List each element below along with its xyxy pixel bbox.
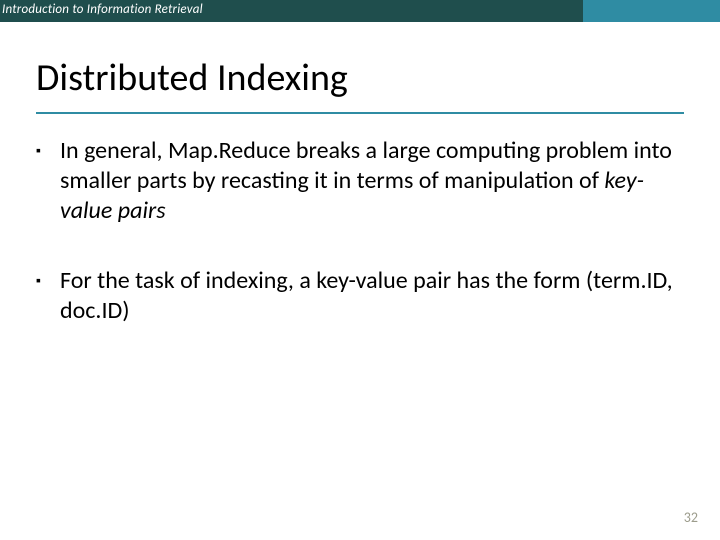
slide: Introduction to Information Retrieval Di… (0, 0, 720, 540)
bullet-pre: In general, Map.Reduce breaks a large co… (60, 136, 672, 195)
bullet-marker-icon: ▪ (36, 136, 60, 226)
header-course-title: Introduction to Information Retrieval (2, 0, 203, 22)
header-bar: Introduction to Information Retrieval (0, 0, 720, 22)
title-underline (36, 112, 684, 114)
bullet-text: In general, Map.Reduce breaks a large co… (60, 136, 684, 226)
bullet-marker-icon: ▪ (36, 266, 60, 326)
bullet-item: ▪ For the task of indexing, a key-value … (36, 266, 684, 326)
bullet-item: ▪ In general, Map.Reduce breaks a large … (36, 136, 684, 226)
page-number: 32 (684, 509, 698, 526)
slide-body: ▪ In general, Map.Reduce breaks a large … (36, 136, 684, 366)
header-teal-segment (583, 0, 720, 22)
bullet-pre: For the task of indexing, a key-value pa… (60, 266, 673, 325)
bullet-text: For the task of indexing, a key-value pa… (60, 266, 684, 326)
slide-title: Distributed Indexing (36, 55, 348, 101)
